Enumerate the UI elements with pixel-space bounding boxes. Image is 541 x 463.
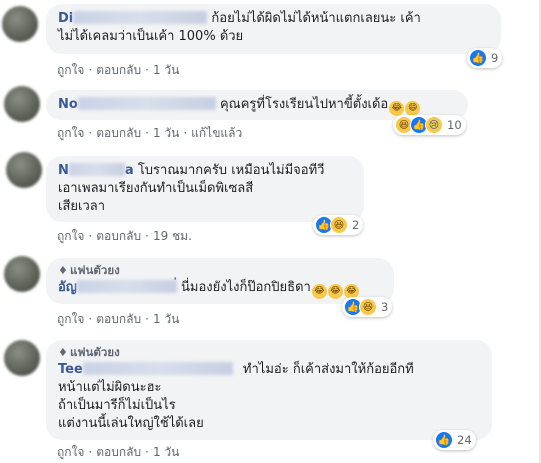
author-name[interactable]: Tee xyxy=(58,362,233,377)
separator: · xyxy=(145,312,149,326)
comment-text-line: ทำไมอ่ะ ก็เค้าส่งมาให้ก้อยอีกที xyxy=(242,362,414,377)
comment-bubble: ♦แฟนตัวยง อัญ่ นี่มองยังไงก็ป๊อกปิยธิดา😂… xyxy=(46,258,394,304)
comment-bubble: Na โบราณมากครับ เหมือนไม่มีจอทีวี เอาเพล… xyxy=(46,156,364,222)
avatar[interactable] xyxy=(6,152,42,188)
reaction-summary[interactable]: 👍 😆 2 xyxy=(313,215,364,235)
reaction-count: 24 xyxy=(457,433,472,447)
separator: · xyxy=(88,63,93,77)
timestamp-link[interactable]: 1 วัน xyxy=(153,444,179,460)
comment-text-line: ก้อยไม่ได้ผิดไม่ได้หน้าแตกเลยนะ เค้า xyxy=(211,11,421,26)
reaction-summary[interactable]: 👍 24 xyxy=(433,430,476,450)
separator: · xyxy=(145,445,149,459)
reply-link[interactable]: ตอบกลับ xyxy=(96,311,141,327)
comment-text-line: โบราณมากครับ เหมือนไม่มีจอทีวี xyxy=(137,163,325,178)
grinning-face-icon: 😄 xyxy=(405,101,421,116)
separator: · xyxy=(145,126,149,140)
separator: · xyxy=(88,312,93,326)
author-name[interactable]: อัญ่ xyxy=(58,280,177,295)
like-link[interactable]: ถูกใจ xyxy=(57,228,84,244)
reaction-count: 2 xyxy=(352,218,360,232)
laughing-face-icon: 😂 xyxy=(389,101,405,116)
reply-link[interactable]: ตอบกลับ xyxy=(96,125,141,141)
top-fan-badge[interactable]: ♦ แฟนตัวยง xyxy=(58,344,480,361)
comment-text-line: ไม่ได้เคลมว่าเป็นเค้า 100% ด้วย xyxy=(58,29,244,44)
edited-label[interactable]: แก้ไขแล้ว xyxy=(191,125,242,141)
reply-link[interactable]: ตอบกลับ xyxy=(96,62,141,78)
blurred-name xyxy=(76,280,177,293)
laughing-face-icon: 😆 xyxy=(359,298,377,316)
diamond-icon: ♦ xyxy=(58,264,68,277)
thumbs-up-icon: 👍 xyxy=(435,431,453,449)
comment-text-line: เสียเวลา xyxy=(58,199,106,214)
sad-face-icon: 😢 xyxy=(425,116,443,134)
comment-actions: ถูกใจ · ตอบกลับ · 1 วัน xyxy=(57,444,179,460)
laughing-face-icon: 😆 xyxy=(330,216,348,234)
avatar[interactable] xyxy=(4,256,40,292)
diamond-icon: ♦ xyxy=(58,346,68,359)
timestamp-link[interactable]: 1 วัน xyxy=(153,125,179,141)
thumbs-up-icon: 👍 xyxy=(469,49,487,67)
blurred-name xyxy=(73,11,208,24)
separator: · xyxy=(183,126,188,140)
like-link[interactable]: ถูกใจ xyxy=(57,311,84,327)
blurred-name xyxy=(77,97,216,110)
reply-link[interactable]: ตอบกลับ xyxy=(96,228,141,244)
like-link[interactable]: ถูกใจ xyxy=(57,444,84,460)
reaction-summary[interactable]: 👍 😆 3 xyxy=(342,297,393,317)
comment-text-line: ถ้าเป็นมารีก็ไม่เป็นไร xyxy=(58,398,176,413)
like-link[interactable]: ถูกใจ xyxy=(57,125,84,141)
reaction-count: 10 xyxy=(447,118,462,132)
timestamp-link[interactable]: 19 ชม. xyxy=(153,228,192,244)
separator: · xyxy=(88,229,93,243)
comment-text-line: เอาเพลมาเรียงกันทำเป็นเม็ดพิเซลสี xyxy=(58,181,254,196)
comment-actions: ถูกใจ · ตอบกลับ · 1 วัน xyxy=(57,311,179,327)
like-link[interactable]: ถูกใจ xyxy=(57,62,84,78)
reply-link[interactable]: ตอบกลับ xyxy=(96,444,141,460)
separator: · xyxy=(88,126,93,140)
comment-bubble: ♦ แฟนตัวยง Tee ทำไมอ่ะ ก็เค้าส่งมาให้ก้อย… xyxy=(46,340,492,440)
reaction-count: 3 xyxy=(381,300,389,314)
separator: · xyxy=(145,229,149,243)
laughing-face-icon: 😂 xyxy=(311,284,327,299)
avatar[interactable] xyxy=(4,86,40,122)
timestamp-link[interactable]: 1 วัน xyxy=(153,62,179,78)
top-fan-badge[interactable]: ♦ แฟนตัวยง xyxy=(58,262,382,279)
reaction-count: 9 xyxy=(491,51,499,65)
comment-text-line: คุณครูที่โรงเรียนไปหาขี้ตั้งเด้อ xyxy=(219,97,389,112)
reaction-summary[interactable]: 😆 👍 😢 10 xyxy=(393,115,466,135)
reaction-summary[interactable]: 👍 9 xyxy=(467,48,503,68)
comment-text-line: นี่มองยังไงก็ป๊อกปิยธิดา xyxy=(181,280,311,295)
separator: · xyxy=(145,63,149,77)
avatar[interactable] xyxy=(4,340,40,376)
comment-actions: ถูกใจ · ตอบกลับ · 1 วัน xyxy=(57,62,179,78)
separator: · xyxy=(88,445,93,459)
comment-actions: ถูกใจ · ตอบกลับ · 19 ชม. xyxy=(57,228,192,244)
author-name[interactable]: Di xyxy=(58,11,208,26)
author-name[interactable]: Na xyxy=(58,163,134,178)
comment-bubble: Di ก้อยไม่ได้ผิดไม่ได้หน้าแตกเลยนะ เค้า … xyxy=(46,4,501,54)
blurred-name xyxy=(68,163,125,176)
author-name[interactable]: No xyxy=(58,97,216,112)
timestamp-link[interactable]: 1 วัน xyxy=(153,311,179,327)
comment-text-line: หน้าแต่ไม่ผิดนะฮะ xyxy=(58,380,162,395)
comment-text-line: แต่งานนี้เล่นใหญ่ใช้ได้เลย xyxy=(58,416,204,431)
blurred-name xyxy=(82,362,233,375)
laughing-face-icon: 😂 xyxy=(327,284,343,299)
comment-actions: ถูกใจ · ตอบกลับ · 1 วัน · แก้ไขแล้ว xyxy=(57,125,242,141)
avatar[interactable] xyxy=(2,6,38,42)
